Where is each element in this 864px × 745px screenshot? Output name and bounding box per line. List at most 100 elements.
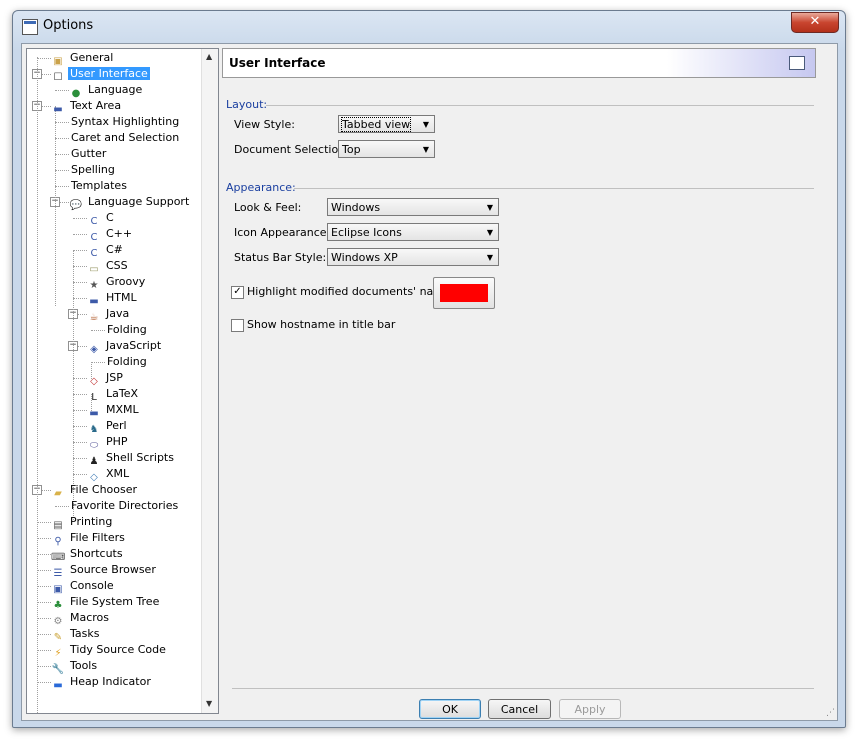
tree-item-printing[interactable]: ▤ Printing [51, 514, 114, 531]
tree-item-favorite-directories[interactable]: Favorite Directories [69, 498, 180, 514]
tree-item-heap-indicator[interactable]: ▬ Heap Indicator [51, 674, 153, 691]
tree-item-label: General [70, 51, 114, 64]
tree-item-macros[interactable]: ⚙ Macros [51, 610, 111, 627]
tree-item-templates[interactable]: Templates [69, 178, 129, 194]
tree-connector [73, 426, 87, 427]
tree-connector [73, 234, 87, 235]
appearance-section-label: Appearance: [226, 181, 296, 194]
tree-item-label: Text Area [70, 99, 122, 112]
tree-connector [37, 538, 51, 539]
layout-section-label: Layout: [226, 98, 268, 111]
tree-item-html[interactable]: ▬ HTML [87, 290, 139, 307]
tree-item-label: Printing [70, 515, 113, 528]
highlight-color-button[interactable] [433, 277, 495, 309]
tree-item-mxml[interactable]: ▬ MXML [87, 402, 141, 419]
tree-item-perl[interactable]: ♞ Perl [87, 418, 129, 435]
tree-item-tasks[interactable]: ✎ Tasks [51, 626, 101, 643]
tree-item-label: Templates [71, 179, 127, 192]
tree-item-label: File System Tree [70, 595, 160, 608]
scroll-down-icon[interactable]: ▼ [206, 699, 212, 708]
cancel-button[interactable]: Cancel [488, 699, 551, 719]
tree-guide-line [73, 250, 74, 520]
tree-connector [37, 570, 51, 571]
tree-item-css[interactable]: ▭ CSS [87, 258, 130, 275]
tree-item-label: Source Browser [70, 563, 156, 576]
show-hostname-checkbox[interactable] [231, 319, 244, 332]
tree-connector [37, 58, 51, 59]
status-bar-select[interactable]: Windows XP ▼ [327, 248, 499, 266]
tree-item-shortcuts[interactable]: ⌨ Shortcuts [51, 546, 125, 563]
ok-button[interactable]: OK [419, 699, 481, 719]
tree-item-caret-and-selection[interactable]: Caret and Selection [69, 130, 181, 146]
document-selection-label: Document Selection: [234, 143, 349, 156]
tree-item-source-browser[interactable]: ☰ Source Browser [51, 562, 158, 579]
tree-item-folding[interactable]: Folding [105, 354, 149, 370]
tree-item-tools[interactable]: 🔧 Tools [51, 658, 99, 675]
tree-item-label: C [106, 211, 114, 224]
close-button[interactable]: ✕ [791, 12, 839, 33]
speech-bubble-icon: 💬 [69, 200, 83, 211]
icon-appearance-value: Eclipse Icons [331, 226, 402, 239]
tree-item-php[interactable]: ⬭ PHP [87, 434, 130, 451]
tree-connector [37, 554, 51, 555]
document-selection-select[interactable]: Top ▼ [338, 140, 435, 158]
tree-item-file-chooser[interactable]: ▰ File Chooser [51, 482, 139, 499]
window-icon: ☐ [53, 72, 63, 83]
tree-item-folding[interactable]: Folding [105, 322, 149, 338]
tree-item-language[interactable]: ● Language [69, 82, 144, 99]
tree-item-language-support[interactable]: 💬 Language Support [69, 194, 191, 211]
tree-item-label: Shell Scripts [106, 451, 174, 464]
appearance-divider [294, 188, 814, 189]
tree-item-c-[interactable]: C C++ [87, 226, 134, 243]
tree-item-shell-scripts[interactable]: ♟ Shell Scripts [87, 450, 176, 467]
tree-item-java[interactable]: ☕ Java [87, 306, 131, 323]
tree-item-label: Language Support [88, 195, 190, 208]
view-style-select[interactable]: Tabbed view ▼ [338, 115, 435, 133]
tree-item-general[interactable]: ▣ General [51, 50, 115, 67]
scroll-up-icon[interactable]: ▲ [206, 52, 212, 61]
status-bar-value: Windows XP [331, 251, 398, 264]
tree-item-console[interactable]: ▣ Console [51, 578, 116, 595]
resize-grip-icon[interactable]: ⋰ [826, 708, 835, 718]
tree-item-tidy-source-code[interactable]: ⚡ Tidy Source Code [51, 642, 168, 659]
text-area-icon: ▬ [53, 104, 63, 115]
panel-header: User Interface [222, 48, 816, 78]
tree-item-label: Tidy Source Code [70, 643, 166, 656]
chevron-down-icon: ▼ [486, 253, 493, 262]
title-bar[interactable]: Options ✕ [13, 11, 845, 43]
tree-item-label: XML [106, 467, 130, 480]
look-feel-select[interactable]: Windows ▼ [327, 198, 499, 216]
chevron-down-icon: ▼ [422, 120, 429, 129]
apply-button[interactable]: Apply [559, 699, 621, 719]
tree-item-jsp[interactable]: ◇ JSP [87, 370, 125, 387]
tree-scrollbar[interactable]: ▲ ▼ [201, 49, 218, 713]
tree-item-user-interface[interactable]: ☐ User Interface [51, 66, 150, 83]
tree-item-text-area[interactable]: ▬ Text Area [51, 98, 123, 115]
chevron-down-icon: ▼ [486, 228, 493, 237]
highlight-modified-checkbox[interactable]: ✓ [231, 286, 244, 299]
tree-item-spelling[interactable]: Spelling [69, 162, 117, 178]
tree-item-c-[interactable]: C C# [87, 242, 125, 259]
icon-appearance-label: Icon Appearance: [234, 226, 331, 239]
tree-connector [91, 362, 105, 363]
tree-connector [73, 266, 87, 267]
color-swatch [440, 284, 488, 302]
chevron-down-icon: ▼ [422, 145, 429, 154]
tree-item-javascript[interactable]: ◈ JavaScript [87, 338, 163, 355]
icon-appearance-select[interactable]: Eclipse Icons ▼ [327, 223, 499, 241]
tree-item-gutter[interactable]: Gutter [69, 146, 108, 162]
look-feel-label: Look & Feel: [234, 201, 302, 214]
tree-item-file-filters[interactable]: ⚲ File Filters [51, 530, 127, 547]
tree-item-xml[interactable]: ◇ XML [87, 466, 131, 483]
tree-item-label: PHP [106, 435, 128, 448]
settings-panel: User Interface Layout: View Style: Tabbe… [222, 48, 834, 719]
tree-item-c[interactable]: CC [87, 210, 116, 227]
tree-item-groovy[interactable]: ★ Groovy [87, 274, 147, 291]
options-tree[interactable]: − − − − − − ▣ General ☐ User Interface ● Language ▬… [26, 48, 219, 714]
show-hostname-label: Show hostname in title bar [247, 318, 396, 331]
tree-item-latex[interactable]: L LaTeX [87, 386, 140, 403]
tree-item-file-system-tree[interactable]: ♣ File System Tree [51, 594, 161, 611]
tree-item-syntax-highlighting[interactable]: Syntax Highlighting [69, 114, 181, 130]
tree-item-label: JSP [106, 371, 123, 384]
tree-item-label: Folding [107, 323, 147, 336]
